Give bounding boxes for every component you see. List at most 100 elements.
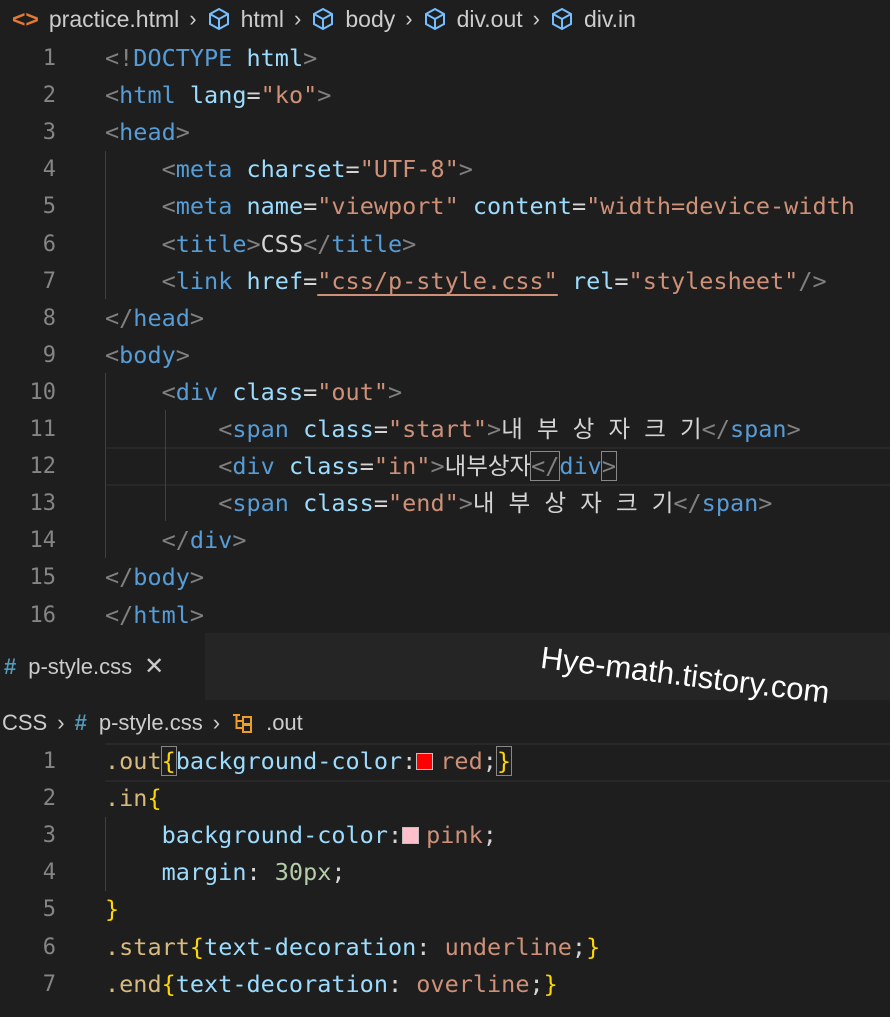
code-line[interactable]: 4 margin: 30px; xyxy=(0,854,890,891)
breadcrumb-item-file[interactable]: <> practice.html xyxy=(0,6,179,33)
code-token: : xyxy=(416,932,445,961)
code-text: <body> xyxy=(105,337,190,374)
breadcrumb-item-selector[interactable]: .out xyxy=(266,710,303,736)
code-text: <span class="start">내 부 상 자 크 기</span> xyxy=(105,411,801,448)
tab-p-style-css[interactable]: # p-style.css ✕ xyxy=(0,633,205,700)
code-text: </div> xyxy=(105,522,247,559)
breadcrumb: <> practice.html › html › body › div.out… xyxy=(0,0,890,38)
code-token: = xyxy=(359,452,374,481)
code-token: "viewport" xyxy=(317,192,459,221)
code-line[interactable]: 4 <meta charset="UTF-8"> xyxy=(0,151,890,188)
code-token: .out xyxy=(105,747,162,775)
code-line[interactable]: 14 </div> xyxy=(0,522,890,559)
code-text: <meta charset="UTF-8"> xyxy=(105,151,473,188)
code-token: meta xyxy=(175,192,233,221)
breadcrumb-item-div-in[interactable]: div.in xyxy=(550,6,636,33)
code-token: html xyxy=(246,44,304,72)
breadcrumb-item-div-out[interactable]: div.out xyxy=(423,6,523,33)
code-text: <link href="css/p-style.css" rel="styles… xyxy=(105,263,827,300)
code-token: </ xyxy=(530,451,561,482)
selector-icon xyxy=(233,714,253,733)
code-text: </head> xyxy=(105,300,204,337)
code-line[interactable]: 3 background-color: pink; xyxy=(0,817,890,854)
breadcrumb-item-html[interactable]: html xyxy=(207,6,284,33)
code-line[interactable]: 11 <span class="start">내 부 상 자 크 기</span… xyxy=(0,411,890,448)
code-text: <head> xyxy=(105,114,190,151)
code-token: rel xyxy=(571,266,615,295)
code-token: } xyxy=(586,932,601,961)
line-number: 1 xyxy=(42,46,56,71)
code-token: html xyxy=(133,600,190,629)
code-line[interactable]: 1 <!DOCTYPE html> xyxy=(0,40,890,77)
breadcrumb-item-file[interactable]: p-style.css xyxy=(99,710,203,736)
code-token: > xyxy=(402,229,417,258)
code-text: <meta name="viewport" content="width=dev… xyxy=(105,188,855,225)
code-line[interactable]: 1 .out{background-color: red;} xyxy=(0,743,890,780)
code-text: </html> xyxy=(105,597,204,634)
close-icon[interactable]: ✕ xyxy=(144,652,164,681)
code-token: </ xyxy=(303,229,332,258)
code-token: { xyxy=(189,932,205,961)
code-token: = xyxy=(345,155,360,184)
code-line[interactable]: 6 .start{text-decoration: underline;} xyxy=(0,929,890,966)
code-token: "width=device-width xyxy=(586,192,855,221)
code-line[interactable]: 5} xyxy=(0,891,890,928)
line-number: 8 xyxy=(42,305,56,331)
code-line[interactable]: 2 <html lang="ko"> xyxy=(0,77,890,114)
code-token: < xyxy=(218,452,233,481)
code-token: .start xyxy=(105,932,190,961)
code-text: .out{background-color: red;} xyxy=(105,743,513,780)
html-editor[interactable]: 1 <!DOCTYPE html> 2 <html lang="ko"> 3 <head>… xyxy=(0,40,890,632)
code-line[interactable]: 12 <div class="in">내부상자</div> xyxy=(0,448,890,485)
code-text: <span class="end">내 부 상 자 크 기</span> xyxy=(105,485,772,522)
code-token: background-color xyxy=(161,821,388,850)
code-line[interactable]: 6 <title>CSS</title> xyxy=(0,226,890,263)
code-token: link xyxy=(175,266,233,295)
code-token: < xyxy=(105,118,120,147)
code-token: > xyxy=(232,526,247,555)
code-token: href xyxy=(246,266,304,295)
code-token: : xyxy=(402,747,417,775)
code-token: text-decoration xyxy=(175,969,388,998)
code-line[interactable]: 10 <div class="out"> xyxy=(0,374,890,411)
color-swatch[interactable] xyxy=(416,753,434,770)
breadcrumb-item-folder[interactable]: CSS xyxy=(2,710,47,736)
code-line[interactable]: 2 .in{ xyxy=(0,780,890,817)
line-number: 16 xyxy=(29,602,57,628)
code-token: = xyxy=(571,192,587,221)
code-token: < xyxy=(161,155,176,184)
code-line[interactable]: 15 </body> xyxy=(0,559,890,596)
breadcrumb-item-body[interactable]: body xyxy=(311,6,395,33)
code-line[interactable]: 7 <link href="css/p-style.css" rel="styl… xyxy=(0,263,890,300)
css-editor[interactable]: 1 .out{background-color: red;} 2 .in{3 backg… xyxy=(0,743,890,1017)
code-line[interactable]: 3 <head> xyxy=(0,114,890,151)
code-token: > xyxy=(189,600,205,629)
code-line[interactable]: 7 .end{text-decoration: overline;} xyxy=(0,966,890,1003)
code-line[interactable]: 16 </html> xyxy=(0,597,890,634)
code-line[interactable]: 8 </head> xyxy=(0,300,890,337)
code-text: <div class="out"> xyxy=(105,374,403,411)
code-token: > xyxy=(487,415,502,443)
breadcrumb-label: div.out xyxy=(456,5,523,32)
code-line[interactable]: 9 <body> xyxy=(0,337,890,374)
line-number: 13 xyxy=(29,491,57,517)
code-token: underline xyxy=(444,932,572,961)
breadcrumb-label: practice.html xyxy=(48,5,180,32)
code-line[interactable]: 13 <span class="end">내 부 상 자 크 기</span> xyxy=(0,485,890,522)
css-file-icon: # xyxy=(4,653,17,679)
color-swatch[interactable] xyxy=(402,827,420,845)
code-token: html xyxy=(119,81,176,110)
code-line[interactable]: 5 <meta name="viewport" content="width=d… xyxy=(0,188,890,225)
code-token: "out" xyxy=(317,377,389,406)
code-text: </body> xyxy=(105,559,204,596)
code-token: > xyxy=(458,489,473,518)
chevron-right-icon: › xyxy=(189,6,197,31)
